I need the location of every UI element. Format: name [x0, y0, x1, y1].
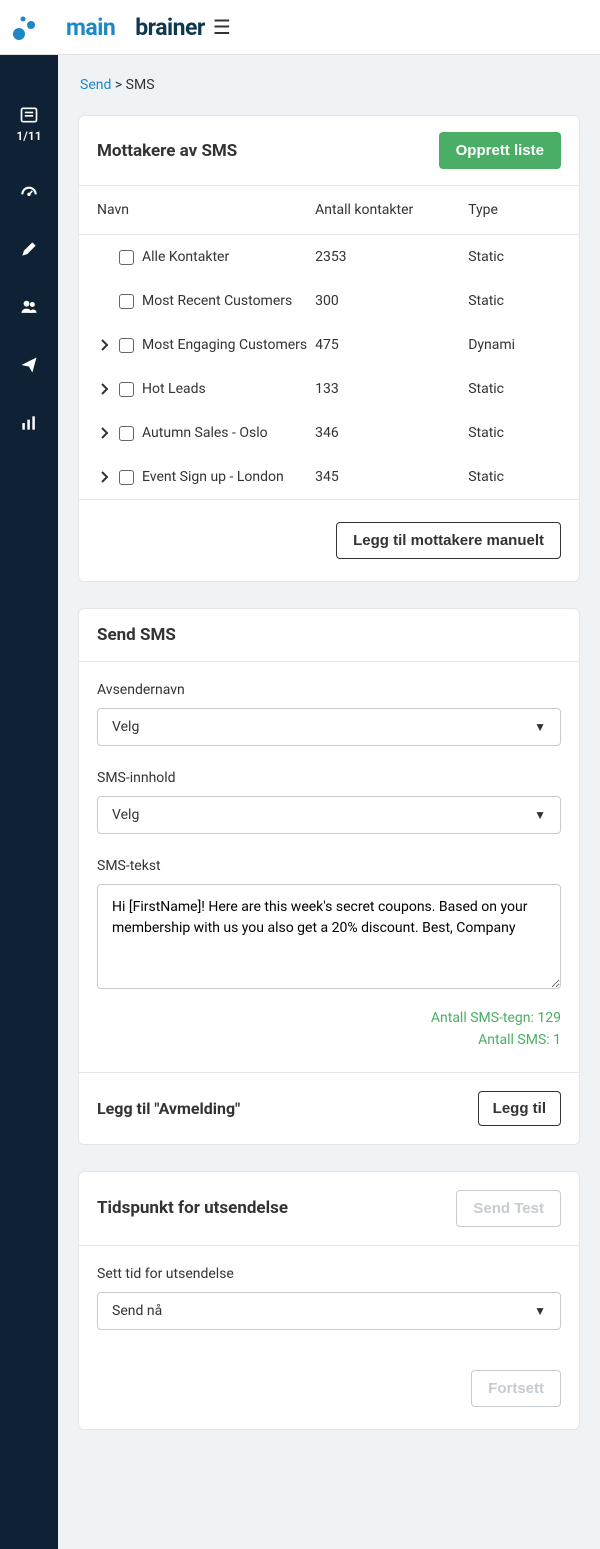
row-contacts-value: 300 [315, 293, 468, 309]
unsubscribe-row: Legg til "Avmelding" Legg til [79, 1072, 579, 1144]
table-row: Autumn Sales - Oslo 346Static [79, 411, 579, 455]
unsubscribe-label: Legg til "Avmelding" [97, 1099, 240, 1118]
paper-plane-icon [19, 355, 39, 375]
row-type-value: Static [468, 425, 561, 441]
sidebar-item-analytics[interactable] [19, 413, 39, 433]
step-indicator: 1/11 [16, 129, 41, 143]
table-row: Most Engaging Customers 475Dynami [79, 323, 579, 367]
add-manual-button[interactable]: Legg til mottakere manuelt [336, 522, 561, 559]
table-row: Most Recent Customers 300Static [79, 279, 579, 323]
chevron-right-icon[interactable] [97, 427, 111, 439]
set-time-select[interactable]: Send nå ▼ [97, 1292, 561, 1330]
unsubscribe-add-button[interactable]: Legg til [478, 1091, 561, 1126]
checkbox[interactable] [119, 250, 134, 265]
send-sms-title: Send SMS [97, 625, 176, 645]
send-test-button[interactable]: Send Test [456, 1190, 561, 1227]
sidebar-item-send[interactable] [19, 355, 39, 375]
breadcrumb: Send > SMS [80, 77, 580, 93]
logo-icon [12, 13, 42, 41]
sms-content-select[interactable]: Velg ▼ [97, 796, 561, 834]
sidebar-item-step[interactable]: 1/11 [16, 105, 41, 143]
table-row: Alle Kontakter 2353Static [79, 235, 579, 279]
sms-count: Antall SMS: 1 [97, 1029, 561, 1051]
row-name-label: Event Sign up - London [142, 469, 284, 485]
sender-name-label: Avsendernavn [97, 682, 561, 698]
checkbox[interactable] [119, 338, 134, 353]
sidebar-item-contacts[interactable] [19, 297, 39, 317]
table-row: Event Sign up - London 345Static [79, 455, 579, 499]
row-type-value: Static [468, 249, 561, 265]
breadcrumb-root[interactable]: Send [80, 77, 111, 93]
recipients-card: Mottakere av SMS Opprett liste Navn Anta… [78, 115, 580, 582]
sender-name-value: Velg [112, 719, 139, 735]
menu-toggle-icon[interactable]: ☰ [213, 15, 231, 39]
row-type-value: Static [468, 381, 561, 397]
table-row: Hot Leads 133Static [79, 367, 579, 411]
pencil-icon [19, 239, 39, 259]
row-type-value: Static [468, 293, 561, 309]
row-contacts-value: 475 [315, 337, 468, 353]
col-name-header: Navn [97, 202, 315, 218]
row-name-label: Hot Leads [142, 381, 206, 397]
breadcrumb-current: SMS [126, 77, 155, 93]
chevron-right-icon[interactable] [97, 471, 111, 483]
row-contacts-value: 346 [315, 425, 468, 441]
gauge-icon [19, 181, 39, 201]
char-info: Antall SMS-tegn: 129 Antall SMS: 1 [97, 1007, 561, 1052]
logo[interactable]: mainbrainer [12, 13, 205, 41]
row-name-label: Most Engaging Customers [142, 337, 307, 353]
checkbox[interactable] [119, 294, 134, 309]
row-type-value: Dynami [468, 337, 561, 353]
row-contacts-value: 2353 [315, 249, 468, 265]
row-name-label: Alle Kontakter [142, 249, 229, 265]
col-type-header: Type [468, 202, 561, 218]
checkbox[interactable] [119, 470, 134, 485]
proceed-button[interactable]: Fortsett [471, 1370, 561, 1407]
checkbox[interactable] [119, 382, 134, 397]
timing-title: Tidspunkt for utsendelse [97, 1198, 288, 1218]
recipients-header: Mottakere av SMS Opprett liste [79, 116, 579, 186]
set-time-value: Send nå [112, 1303, 162, 1319]
col-contacts-header: Antall kontakter [315, 202, 468, 218]
list-icon [19, 105, 39, 125]
sms-text-input[interactable] [97, 884, 561, 989]
sender-name-select[interactable]: Velg ▼ [97, 708, 561, 746]
sms-text-label: SMS-tekst [97, 858, 561, 874]
row-contacts-value: 133 [315, 381, 468, 397]
recipients-footer: Legg til mottakere manuelt [79, 499, 579, 581]
sidebar-item-edit[interactable] [19, 239, 39, 259]
timing-card: Tidspunkt for utsendelse Send Test Sett … [78, 1171, 580, 1430]
chevron-right-icon[interactable] [97, 339, 111, 351]
char-count: Antall SMS-tegn: 129 [97, 1007, 561, 1029]
row-contacts-value: 345 [315, 469, 468, 485]
row-name-label: Most Recent Customers [142, 293, 292, 309]
sms-content-label: SMS-innhold [97, 770, 561, 786]
set-time-label: Sett tid for utsendelse [97, 1266, 561, 1282]
recipients-title: Mottakere av SMS [97, 141, 237, 161]
create-list-button[interactable]: Opprett liste [439, 132, 561, 169]
breadcrumb-separator: > [115, 77, 126, 93]
caret-down-icon: ▼ [534, 720, 546, 734]
sidebar: 1/11 [0, 55, 58, 1549]
chart-icon [19, 413, 39, 433]
send-sms-card: Send SMS Avsendernavn Velg ▼ SMS-innhold… [78, 608, 580, 1145]
checkbox[interactable] [119, 426, 134, 441]
topbar: mainbrainer ☰ [0, 0, 600, 55]
users-icon [19, 297, 39, 317]
row-name-label: Autumn Sales - Oslo [142, 425, 268, 441]
timing-header: Tidspunkt for utsendelse Send Test [79, 1172, 579, 1245]
row-type-value: Static [468, 469, 561, 485]
logo-text: mainbrainer [46, 14, 205, 41]
sidebar-item-dashboard[interactable] [19, 181, 39, 201]
caret-down-icon: ▼ [534, 1304, 546, 1318]
chevron-right-icon[interactable] [97, 383, 111, 395]
caret-down-icon: ▼ [534, 808, 546, 822]
main-content: Send > SMS Mottakere av SMS Opprett list… [58, 55, 600, 1549]
recipients-table-header: Navn Antall kontakter Type [79, 186, 579, 235]
sms-content-value: Velg [112, 807, 139, 823]
